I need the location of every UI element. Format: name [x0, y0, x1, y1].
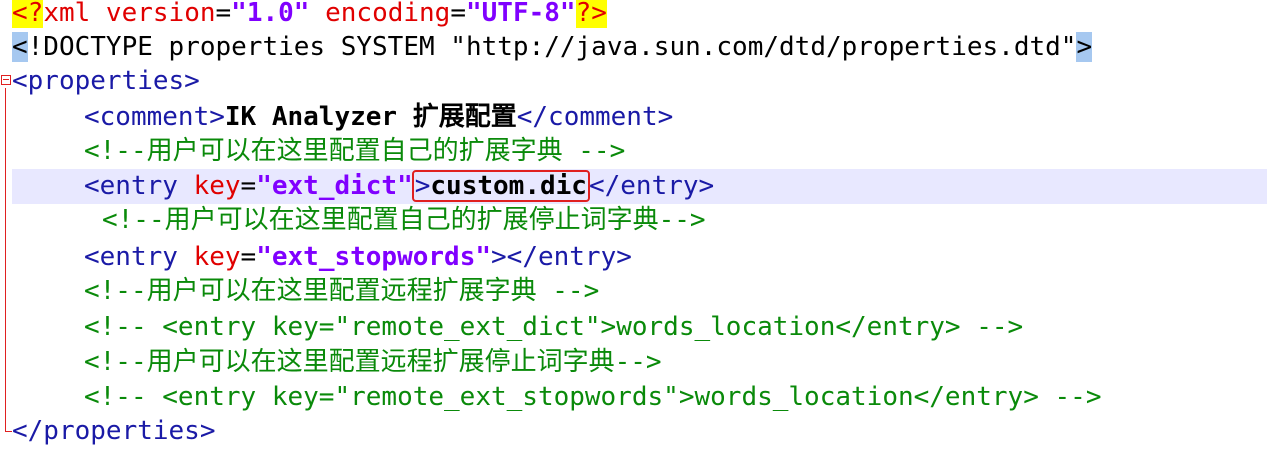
- doctype-close-bracket: >: [1076, 32, 1093, 62]
- code-line-xml-comment[interactable]: <!--用户可以在这里配置远程扩展字典 -->: [12, 274, 1267, 309]
- value-ext-stopwords: "ext_stopwords": [256, 242, 492, 272]
- code-line-xml-comment[interactable]: <!--用户可以在这里配置自己的扩展停止词字典-->: [12, 203, 1267, 238]
- attr-version: version: [90, 0, 216, 28]
- xml-comment: <!--用户可以在这里配置远程扩展字典 -->: [84, 276, 600, 306]
- entry-text-custom-dic: custom.dic: [430, 171, 587, 201]
- fold-line: [5, 88, 6, 432]
- code-line-entry-ext-stopwords[interactable]: <entry key="ext_stopwords"></entry>: [12, 240, 1267, 275]
- pi-close: ?>: [575, 0, 607, 28]
- entry-close-tag: </entry>: [588, 171, 715, 201]
- code-line-comment-element[interactable]: <comment>IK Analyzer 扩展配置</comment>: [12, 100, 1267, 135]
- code-line-xml-declaration[interactable]: <?xml version="1.0" encoding="UTF-8"?>: [12, 0, 1267, 31]
- fold-end-marker: [5, 431, 12, 432]
- comment-open-tag: <comment>: [84, 102, 225, 132]
- properties-open-tag: <properties>: [12, 66, 200, 96]
- value-encoding: "UTF-8": [466, 0, 576, 28]
- xml-editor[interactable]: <?xml version="1.0" encoding="UTF-8"?> <…: [0, 0, 1267, 452]
- code-line-properties-close[interactable]: </properties>: [12, 414, 1267, 449]
- code-line-xml-comment[interactable]: <!-- <entry key="remote_ext_stopwords">w…: [12, 380, 1267, 415]
- doctype-text: !DOCTYPE properties SYSTEM "http://java.…: [27, 32, 1077, 62]
- fold-collapse-icon[interactable]: [1, 75, 11, 85]
- xml-comment: <!-- <entry key="remote_ext_stopwords">w…: [84, 382, 1102, 412]
- value-version: "1.0": [231, 0, 310, 28]
- entry-open-tag: <entry: [84, 171, 178, 201]
- attr-encoding: encoding: [309, 0, 451, 28]
- equals: =: [240, 171, 257, 201]
- code-line-doctype[interactable]: <!DOCTYPE properties SYSTEM "http://java…: [12, 30, 1267, 65]
- pi-name: xml: [43, 0, 91, 28]
- entry-gt: >: [414, 171, 431, 201]
- attr-key: key: [177, 242, 241, 272]
- code-line-xml-comment[interactable]: <!--用户可以在这里配置自己的扩展字典 -->: [12, 134, 1267, 169]
- xml-comment: <!--用户可以在这里配置自己的扩展字典 -->: [84, 136, 626, 166]
- xml-comment: <!-- <entry key="remote_ext_dict">words_…: [84, 312, 1024, 342]
- entry-close-tag: ></entry>: [491, 242, 632, 272]
- equals: =: [450, 0, 466, 28]
- equals: =: [215, 0, 232, 28]
- properties-close-tag: </properties>: [12, 416, 216, 446]
- xml-comment: <!--用户可以在这里配置自己的扩展停止词字典-->: [102, 205, 706, 235]
- highlight-box: >custom.dic: [411, 170, 590, 202]
- equals: =: [240, 242, 257, 272]
- code-line-entry-ext-dict[interactable]: <entry key="ext_dict">custom.dic</entry>: [12, 169, 1267, 204]
- fold-gutter: [0, 0, 12, 452]
- attr-key: key: [177, 171, 241, 201]
- code-line-xml-comment[interactable]: <!-- <entry key="remote_ext_dict">words_…: [12, 310, 1267, 345]
- code-line-xml-comment[interactable]: <!--用户可以在这里配置远程扩展停止词字典-->: [12, 345, 1267, 380]
- pi-open: <?: [12, 0, 44, 28]
- comment-close-tag: </comment>: [516, 102, 674, 132]
- xml-comment: <!--用户可以在这里配置远程扩展停止词字典-->: [84, 347, 662, 377]
- doctype-open-bracket: <: [12, 32, 28, 62]
- comment-element-text: IK Analyzer 扩展配置: [224, 102, 517, 132]
- value-ext-dict: "ext_dict": [256, 171, 413, 201]
- entry-open-tag: <entry: [84, 242, 178, 272]
- code-line-properties-open[interactable]: <properties>: [12, 64, 1267, 99]
